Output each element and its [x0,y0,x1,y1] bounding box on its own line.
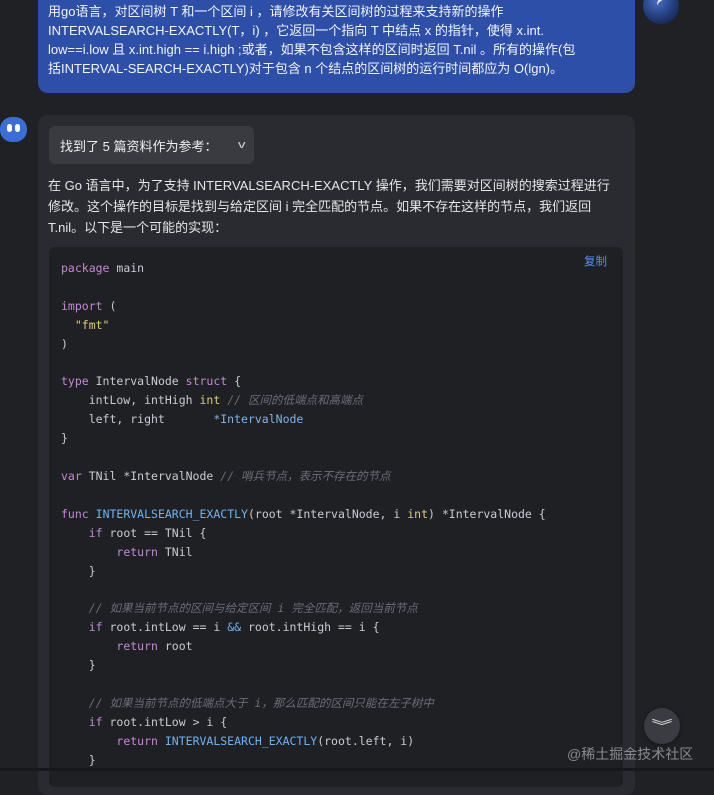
code-token: // 区间的低端点和高端点 [227,393,363,408]
code-token: type [61,374,89,389]
copy-code-button[interactable]: 复制 [584,253,607,269]
bot-avatar-icon [0,117,27,142]
code-line: } [61,658,96,672]
code-line: // 如果当前节点的区间与给定区间 i 完全匹配，返回当前节点 [61,601,418,615]
code-token: import [61,298,103,313]
code-token: && [227,620,242,635]
code-token: ( [102,298,117,313]
code-token: TNil *IntervalNode [81,468,221,483]
code-token: intLow, intHigh [61,393,200,408]
code-token: ) *IntervalNode { [428,506,546,521]
bot-eye-left [7,124,12,132]
code-token: int [199,393,221,408]
code-token: } [61,431,68,446]
user-message-bubble: 用go语言，对区间树 T 和一个区间 i ，请修改有关区间树的过程来支持新的操作… [38,0,635,93]
code-token: func [61,506,89,521]
code-token: root.intLow == i [102,620,228,635]
code-token: return [116,544,158,559]
code-token: INTERVALSEARCH_EXACTLY [164,733,318,748]
code-line: } [61,753,96,767]
answer-intro-line: 修改。这个操作的目标是找到与给定区间 i 完全匹配的节点。如果不存在这样的节点，… [48,199,592,214]
code-token: ) [61,336,68,351]
code-line: if root == TNil { [61,525,207,540]
code-token: IntervalNode [88,374,186,389]
code-token: } [61,658,96,673]
code-token: (root *IntervalNode, i [247,506,408,521]
code-token: // 哨兵节点，表示不存在的节点 [220,468,391,483]
references-dropdown[interactable]: 找到了 5 篇资料作为参考： v [49,126,254,164]
references-label: 找到了 5 篇资料作为参考： [60,138,218,154]
code-token: (root.left, i) [317,733,415,748]
code-token: root [157,639,193,654]
user-message-line: 用go语言，对区间树 T 和一个区间 i ，请修改有关区间树的过程来支持新的操作 [48,4,504,19]
code-line: if root.intLow > i { [61,715,227,729]
code-line: // 如果当前节点的低端点大于 i，那么匹配的区间只能在左子树中 [61,696,434,710]
scroll-to-bottom-button[interactable]: ︾ [644,708,680,744]
answer-intro: 在 Go 语言中，为了支持 INTERVALSEARCH-EXACTLY 操作，… [48,175,620,238]
code-line: } [61,431,68,445]
code-token: { [227,374,242,389]
code-line: type IntervalNode struct { [61,374,241,388]
code-line: intLow, intHigh int // 区间的低端点和高端点 [61,393,363,407]
code-token: TNil [157,544,193,559]
code-line: package main [61,261,144,275]
code-line: return TNil [61,544,193,559]
watermark: @稀土掘金技术社区 [567,746,694,762]
code-token: // 如果当前节点的低端点大于 i，那么匹配的区间只能在左子树中 [88,695,434,710]
user-message-line: INTERVALSEARCH-EXACTLY(T，i) ，它返回一个指向 T 中… [48,23,544,38]
code-token: return [116,733,158,748]
code-token: main [109,261,145,275]
user-avatar-icon[interactable] [643,0,679,24]
user-message-line: 括INTERVAL-SEARCH-EXACTLY)对于包含 n 个结点的区间树的… [48,61,563,76]
code-token: *IntervalNode [213,412,304,427]
code-line: if root.intLow == i && root.intHigh == i… [61,620,380,634]
code-line: } [61,564,96,578]
code-token: root.intHigh == i { [241,620,380,635]
code-content: package main import ( "fmt" ) type Inter… [61,259,546,769]
code-token: var [61,468,82,483]
code-token: if [88,525,103,540]
code-line: func INTERVALSEARCH_EXACTLY(root *Interv… [61,507,546,521]
code-token: } [61,752,96,767]
code-token: INTERVALSEARCH_EXACTLY [95,506,248,521]
code-token: int [407,506,428,521]
code-token: "fmt" [74,317,110,332]
code-token: left, right [61,412,214,427]
code-token: root == TNil { [102,525,207,540]
code-line: return INTERVALSEARCH_EXACTLY(root.left,… [61,734,414,748]
code-token: struct [185,374,228,389]
bot-eye-right [15,124,20,132]
answer-intro-line: T.nil。以下是一个可能的实现： [48,220,228,235]
chevron-down-icon: v [237,139,246,151]
code-line: left, right *IntervalNode [61,412,304,427]
code-token: package [61,261,110,275]
code-token: if [88,714,103,729]
code-line: "fmt" [61,317,110,332]
code-line: return root [61,639,193,654]
code-line: ) [61,337,68,351]
code-line: import ( [61,299,116,313]
user-message-line: low==i.low 且 x.int.high == i.high ;或者，如果… [48,42,576,57]
code-token: } [61,563,96,578]
double-chevron-down-icon: ︾ [651,718,673,734]
code-token: return [116,639,158,654]
code-token: if [88,620,103,635]
code-token: root.intLow > i { [102,714,228,729]
code-token: // 如果当前节点的区间与给定区间 i 完全匹配，返回当前节点 [88,601,418,616]
code-line: var TNil *IntervalNode // 哨兵节点，表示不存在的节点 [61,469,391,483]
answer-intro-line: 在 Go 语言中，为了支持 INTERVALSEARCH-EXACTLY 操作，… [48,178,610,193]
